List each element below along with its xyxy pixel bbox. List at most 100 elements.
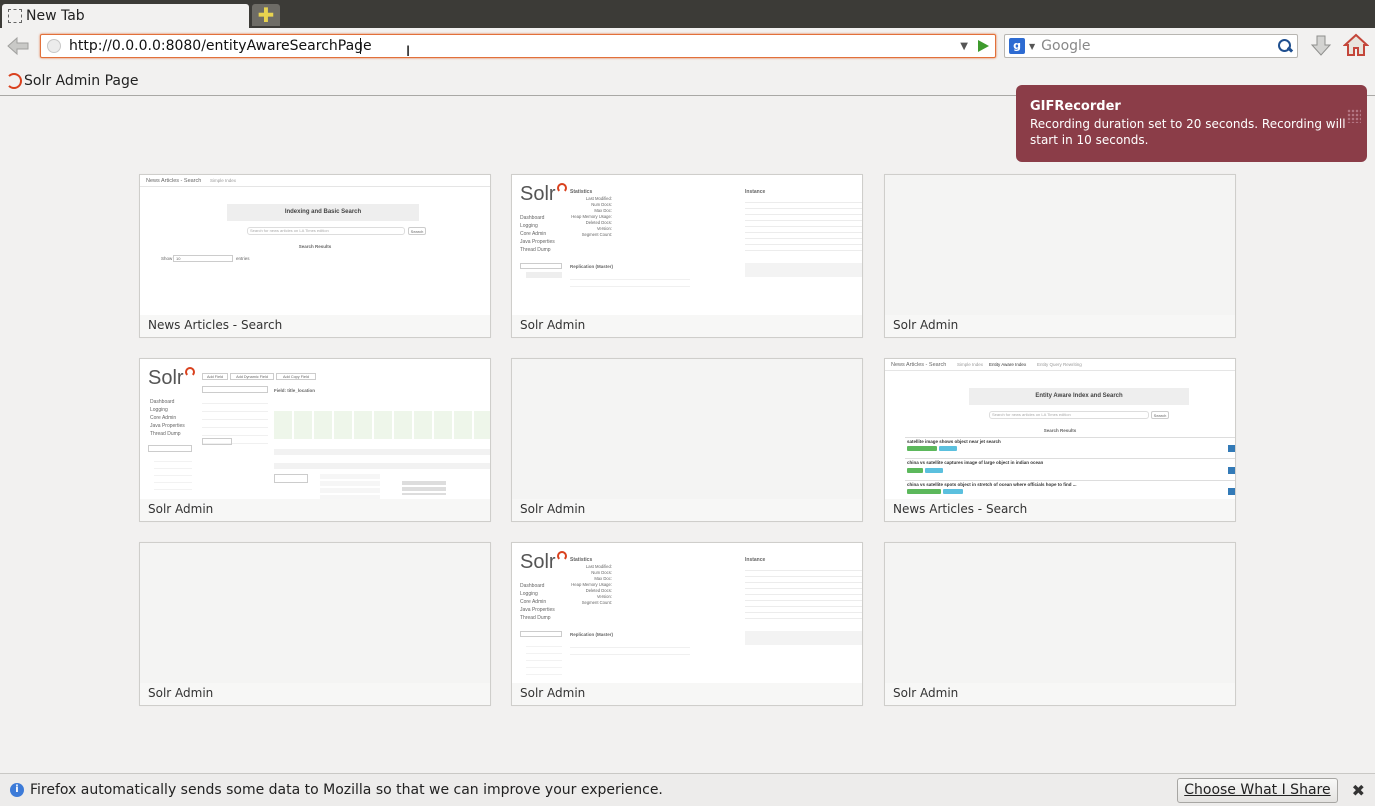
solr-logo-text: Solr	[520, 551, 556, 573]
text-cursor-icon: I	[406, 44, 411, 60]
site-identity-icon[interactable]	[47, 39, 61, 53]
thumb-menu-item: Java Properties	[150, 423, 185, 429]
site-tile[interactable]: News Articles - Search Simple Index Inde…	[139, 174, 491, 338]
thumb-menu-item: Logging	[520, 591, 538, 597]
solr-logo-text: Solr	[148, 367, 184, 389]
thumb-placeholder: Search for news articles on LA Times edi…	[250, 228, 329, 233]
search-icon[interactable]	[1277, 38, 1293, 54]
download-icon	[1310, 35, 1332, 56]
infobar-message: Firefox automatically sends some data to…	[30, 782, 663, 798]
new-tab-button[interactable]: ✚	[252, 4, 280, 26]
site-tile[interactable]: Solr Admin	[884, 542, 1236, 706]
thumb-heading: Search Results	[298, 244, 332, 249]
site-tile[interactable]: News Articles - Search Simple Index Enti…	[884, 358, 1236, 522]
tile-thumbnail	[512, 359, 862, 499]
grip-icon	[1347, 109, 1361, 123]
gifrecorder-notification[interactable]: GIFRecorder Recording duration set to 20…	[1016, 85, 1367, 162]
tile-caption: Solr Admin	[893, 686, 959, 700]
bookmark-label: Solr Admin Page	[24, 72, 139, 89]
solr-favicon-icon	[6, 72, 22, 89]
choose-what-i-share-button[interactable]: Choose What I Share	[1177, 777, 1338, 803]
home-button[interactable]	[1342, 32, 1370, 58]
thumb-menu-item: Thread Dump	[150, 431, 181, 437]
tile-thumbnail: News Articles - Search Simple Index Enti…	[885, 359, 1235, 499]
notification-title: GIFRecorder	[1030, 99, 1121, 114]
thumb-menu-item: Java Properties	[520, 607, 555, 613]
thumb-menu-item: Core Admin	[150, 415, 177, 421]
tile-caption: Solr Admin	[520, 502, 586, 516]
tile-thumbnail	[885, 543, 1235, 683]
thumb-nav-text: News Articles - Search	[146, 178, 202, 184]
thumb-heading: Replication (Master)	[570, 632, 614, 637]
tile-thumbnail: Solr Dashboard Logging Core Admin Java P…	[512, 543, 862, 683]
thumb-result: china vs satellite spots object in stret…	[907, 482, 1077, 487]
thumb-result: china vs satellite captures image of lar…	[907, 460, 1044, 465]
thumb-title: Indexing and Basic Search	[284, 209, 362, 215]
tile-thumbnail	[885, 175, 1235, 315]
download-button[interactable]	[1310, 34, 1332, 58]
tile-thumbnail: Solr Dashboard Logging Core Admin Java P…	[140, 359, 490, 499]
thumb-button: Add Copy Field	[276, 373, 316, 380]
site-tile[interactable]: Solr Admin	[884, 174, 1236, 338]
bookmark-solr-admin[interactable]: Solr Admin Page	[6, 72, 139, 89]
tile-thumbnail	[140, 543, 490, 683]
thumb-menu-item: Logging	[150, 407, 168, 413]
close-icon[interactable]: ✖	[1352, 781, 1365, 800]
tile-caption: Solr Admin	[148, 502, 214, 516]
tile-caption: Solr Admin	[893, 318, 959, 332]
google-engine-icon[interactable]: g	[1009, 38, 1025, 54]
thumb-heading: Statistics	[570, 557, 593, 563]
site-tile[interactable]: Solr Admin	[139, 542, 491, 706]
tab-strip: New Tab ✚	[0, 0, 1375, 28]
tile-caption: Solr Admin	[520, 686, 586, 700]
thumb-menu-item: Thread Dump	[520, 615, 551, 621]
thumb-text: entries	[236, 256, 250, 261]
thumb-title: Entity Aware Index and Search	[1035, 393, 1123, 399]
back-arrow-icon	[7, 36, 29, 56]
thumb-button: Add Field	[202, 373, 228, 380]
thumb-result: satellite image shows object near jet se…	[907, 439, 1001, 444]
solr-logo: Solr	[148, 367, 195, 390]
search-input[interactable]: Google	[1041, 38, 1277, 54]
thumb-heading: Search Results	[1043, 428, 1077, 433]
thumb-nav-text: Entity Query Rewriting	[1037, 362, 1082, 367]
thumb-text: 10	[173, 255, 233, 262]
thumb-menu-item: Core Admin	[520, 599, 547, 605]
thumb-heading: Field: title_location	[274, 388, 316, 393]
site-tile[interactable]: Solr Admin	[511, 358, 863, 522]
site-tile[interactable]: Solr Dashboard Logging Core Admin Java P…	[139, 358, 491, 522]
site-tile[interactable]: Solr Dashboard Logging Core Admin Java P…	[511, 542, 863, 706]
thumb-menu-item: Thread Dump	[520, 247, 551, 253]
thumb-text: Segment Count:	[581, 232, 612, 237]
tile-thumbnail: Solr Dashboard Logging Core Admin Java P…	[512, 175, 862, 315]
thumb-menu-item: Dashboard	[520, 583, 545, 589]
tile-caption: News Articles - Search	[893, 502, 1028, 516]
thumb-heading: Statistics	[570, 189, 593, 195]
solr-logo: Solr	[520, 183, 567, 206]
data-reporting-infobar: i Firefox automatically sends some data …	[0, 773, 1375, 806]
url-bar[interactable]: http://0.0.0.0:8080/entityAwareSearchPag…	[40, 34, 996, 58]
engine-dropdown-icon[interactable]: ▼	[1029, 42, 1035, 51]
thumb-nav-text: Entity Aware Index	[989, 362, 1027, 367]
blank-page-icon	[8, 9, 22, 23]
thumb-nav-text: News Articles - Search	[891, 362, 947, 368]
search-bar[interactable]: g ▼ Google	[1004, 34, 1298, 58]
thumb-text: Show	[161, 256, 173, 261]
thumb-heading: Instance	[745, 189, 766, 195]
url-input[interactable]: http://0.0.0.0:8080/entityAwareSearchPag…	[69, 38, 960, 54]
tile-caption: News Articles - Search	[148, 318, 283, 332]
tile-thumbnail: News Articles - Search Simple Index Inde…	[140, 175, 490, 315]
back-button[interactable]	[6, 36, 30, 56]
thumb-heading: Replication (Master)	[570, 264, 614, 269]
thumb-menu-item: Dashboard	[150, 399, 175, 405]
site-tile[interactable]: Solr Dashboard Logging Core Admin Java P…	[511, 174, 863, 338]
home-icon	[1342, 33, 1370, 56]
tab-new-tab[interactable]: New Tab	[2, 4, 249, 28]
thumb-button: Search	[1151, 411, 1169, 419]
thumb-button: Search	[408, 227, 426, 235]
thumb-menu-item: Dashboard	[520, 215, 545, 221]
thumb-menu-item: Java Properties	[520, 239, 555, 245]
go-arrow-icon[interactable]	[978, 40, 989, 52]
tab-label: New Tab	[26, 8, 85, 24]
history-dropdown-icon[interactable]: ▼	[960, 41, 968, 52]
